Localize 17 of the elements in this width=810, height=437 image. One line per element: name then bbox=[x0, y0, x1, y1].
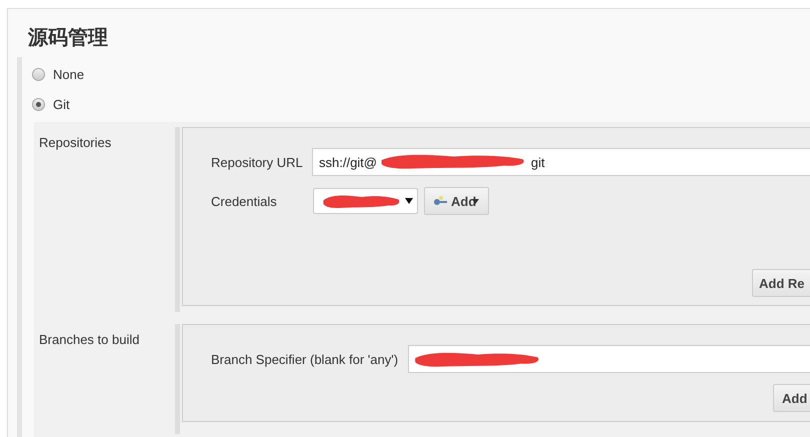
dropdown-arrow-icon bbox=[405, 198, 413, 204]
credentials-dropdown[interactable] bbox=[313, 188, 418, 214]
section-title: 源码管理 bbox=[26, 24, 109, 51]
branches-label: Branches to build bbox=[38, 331, 140, 349]
field-label: Repository URL bbox=[211, 154, 304, 170]
radio-label: None bbox=[53, 66, 84, 82]
branch-specifier-field[interactable] bbox=[408, 345, 810, 373]
field-label: Credentials bbox=[211, 194, 278, 208]
field-label: Branch Specifier (blank for 'any') bbox=[211, 352, 400, 366]
radio-button[interactable] bbox=[32, 98, 45, 110]
repositories-label: Repositories bbox=[38, 134, 112, 152]
add-branch-button[interactable]: Add bbox=[773, 384, 810, 412]
radio-label: Git bbox=[53, 96, 70, 112]
add-repository-button[interactable]: Add Re bbox=[752, 269, 810, 297]
repository-url-field[interactable]: ssh://git@ git bbox=[312, 148, 810, 176]
key-icon bbox=[433, 196, 448, 206]
radio-button[interactable] bbox=[32, 68, 45, 80]
